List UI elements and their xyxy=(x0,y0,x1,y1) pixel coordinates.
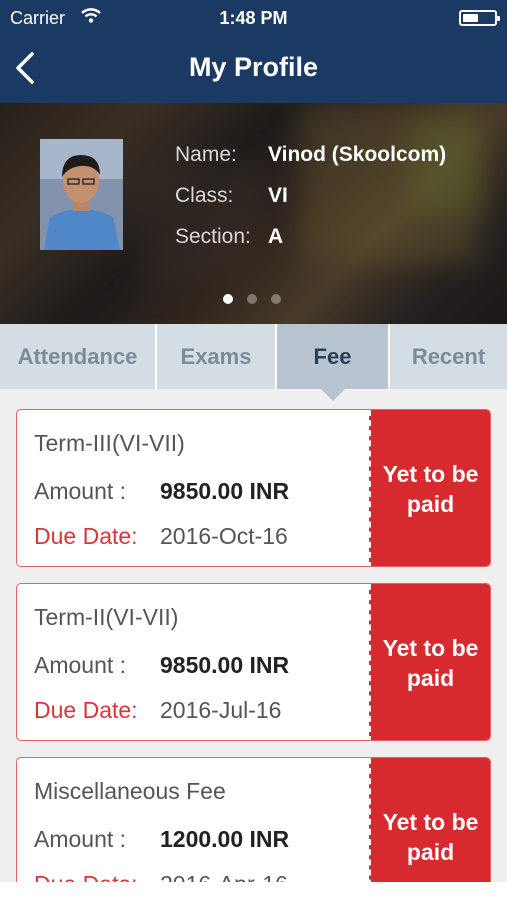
fee-amount: 9850.00 INR xyxy=(160,478,290,504)
class-label: Class: xyxy=(175,184,234,207)
student-class: VI xyxy=(268,184,288,207)
fee-amount: 1200.00 INR xyxy=(160,826,290,852)
section-label: Section: xyxy=(175,225,251,248)
fee-card: Term-III(VI-VII) Amount : 9850.00 INR Due… xyxy=(16,409,491,567)
tab-exams[interactable]: Exams xyxy=(157,324,277,389)
fee-card: Miscellaneous Fee Amount : 1200.00 INR Du… xyxy=(16,757,491,882)
due-date-label: Due Date: xyxy=(34,523,138,549)
profile-banner[interactable]: Name: Vinod (Skoolcom) Class: VI Section: A xyxy=(0,103,507,324)
amount-label: Amount : xyxy=(34,652,127,678)
tab-fee[interactable]: Fee xyxy=(277,324,390,389)
fee-due-date: 2016-Jul-16 xyxy=(160,697,282,723)
bottom-edge xyxy=(0,882,507,900)
battery-icon xyxy=(459,10,500,26)
page-indicator[interactable] xyxy=(223,294,281,304)
tab-bar: Attendance Exams Fee Recent xyxy=(0,324,507,389)
amount-label: Amount : xyxy=(34,826,127,852)
student-section: A xyxy=(268,225,284,248)
amount-label: Amount : xyxy=(34,478,127,504)
fee-status-button[interactable]: Yet to be paid xyxy=(369,584,490,740)
active-tab-caret xyxy=(321,389,345,401)
clock: 1:48 PM xyxy=(219,8,288,28)
page-title: My Profile xyxy=(188,52,319,82)
fee-due-date: 2016-Oct-16 xyxy=(160,523,288,549)
fee-amount: 9850.00 INR xyxy=(160,652,290,678)
due-date-label: Due Date: xyxy=(34,697,138,723)
avatar xyxy=(40,139,123,250)
fee-term: Miscellaneous Fee xyxy=(34,778,226,804)
due-date-label: Due Date: xyxy=(34,871,160,882)
page-dot[interactable] xyxy=(271,294,281,304)
name-label: Name: xyxy=(175,143,237,166)
fee-list[interactable]: Term-III(VI-VII) Amount : 9850.00 INR Due… xyxy=(16,409,491,882)
tab-attendance[interactable]: Attendance xyxy=(0,324,157,389)
fee-due-date: 2016-Apr-16 xyxy=(160,871,288,882)
fee-term: Term-III(VI-VII) xyxy=(34,430,185,456)
profile-info: Name: Vinod (Skoolcom) Class: VI Section: A xyxy=(175,143,446,266)
student-name: Vinod (Skoolcom) xyxy=(268,143,447,166)
fee-status-button[interactable]: Yet to be paid xyxy=(369,410,490,566)
tab-recent[interactable]: Recent xyxy=(390,324,507,389)
top-bar: Carrier 1:48 PM My Profile xyxy=(0,0,507,103)
fee-status-button[interactable]: Yet to be paid xyxy=(369,758,490,882)
status-bar: Carrier 1:48 PM xyxy=(0,0,507,36)
fee-term: Term-II(VI-VII) xyxy=(34,604,179,630)
fee-card: Term-II(VI-VII) Amount : 9850.00 INR Due … xyxy=(16,583,491,741)
page-dot[interactable] xyxy=(247,294,257,304)
page-dot[interactable] xyxy=(223,294,233,304)
